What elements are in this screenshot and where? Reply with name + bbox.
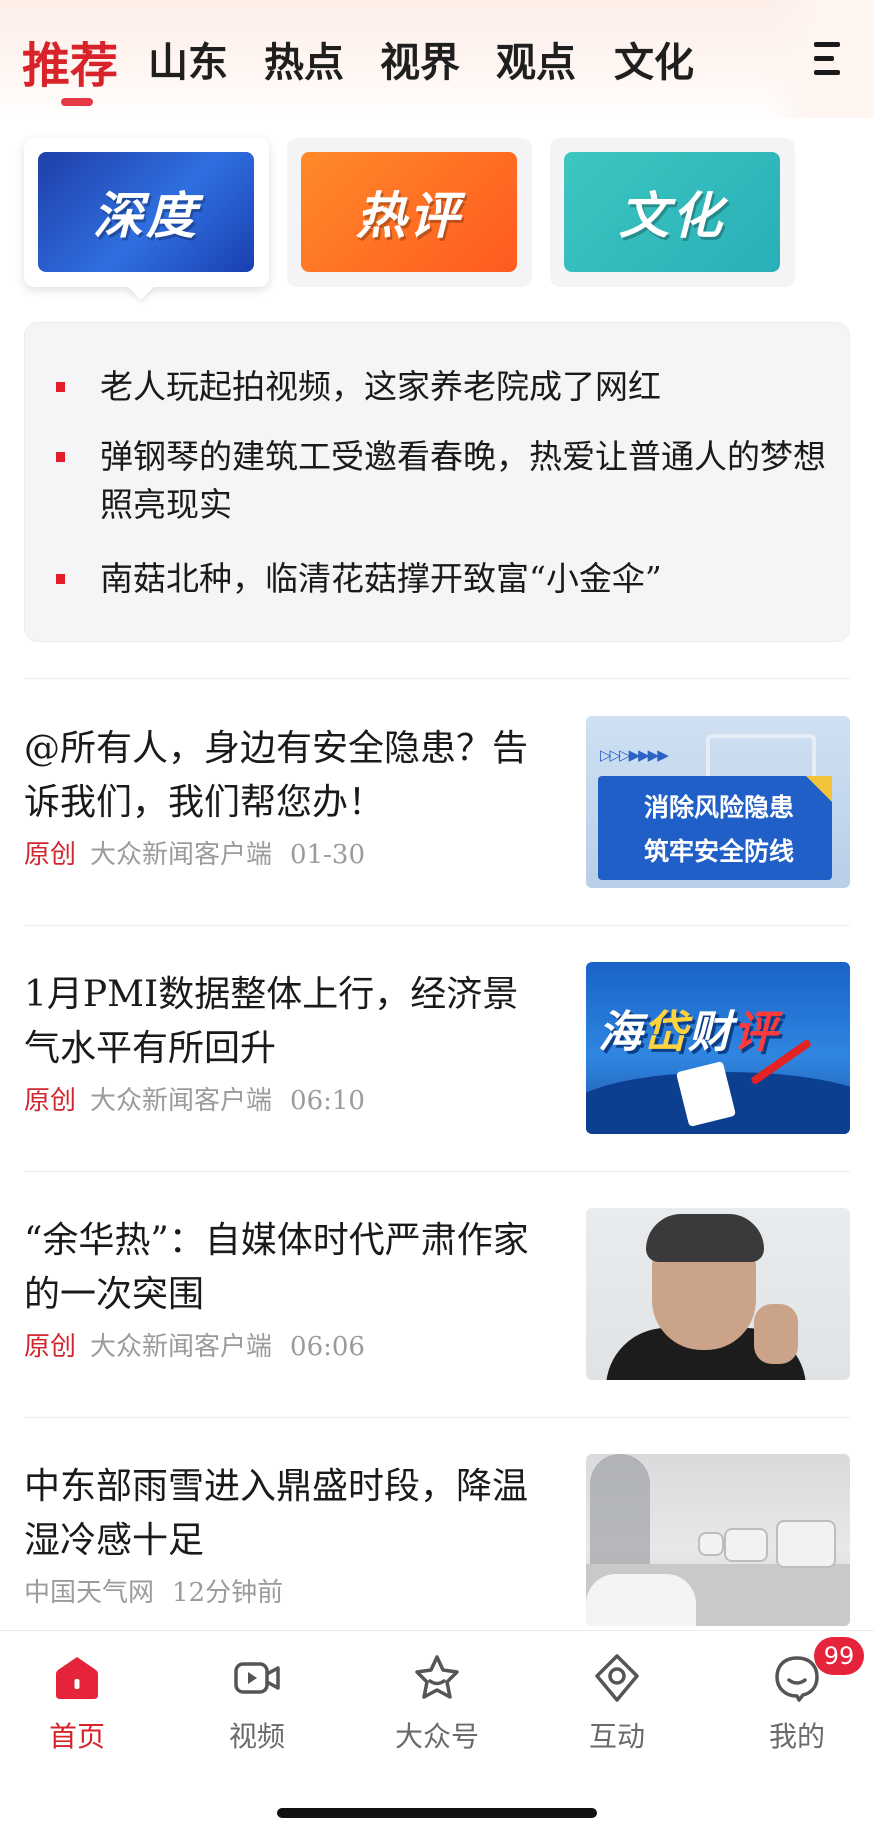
- home-indicator[interactable]: [277, 1808, 597, 1818]
- nav-video[interactable]: 视频: [187, 1653, 327, 1763]
- news-meta: 原创 大众新闻客户端 06:10: [24, 1080, 365, 1117]
- news-time: 12分钟前: [172, 1578, 284, 1608]
- news-item[interactable]: @所有人，身边有安全隐患？告诉我们，我们帮您办！ 原创 大众新闻客户端 01-30 …: [0, 680, 874, 926]
- news-meta: 原创 大众新闻客户端 06:06: [24, 1326, 365, 1363]
- car-graphic: [724, 1528, 768, 1562]
- bullet-dot: [56, 382, 65, 392]
- news-thumbnail: 海岱财评: [586, 962, 850, 1134]
- snow-pile-graphic: [586, 1574, 696, 1626]
- tab-culture[interactable]: 文化: [614, 30, 694, 88]
- news-item[interactable]: 中东部雨雪进入鼎盛时段，降温湿冷感十足 中国天气网 12分钟前: [0, 1418, 874, 1664]
- thumbnail-text: 消除风险隐患: [643, 793, 794, 822]
- bottom-navigation: 首页 视频 大众号 互动 我的: [0, 1630, 874, 1825]
- tab-opinion[interactable]: 观点: [496, 30, 576, 88]
- nav-label: 首页: [48, 1720, 105, 1753]
- hot-review-banner: 热评: [301, 152, 517, 272]
- tab-shandong[interactable]: 山东: [148, 30, 228, 88]
- news-time: 01-30: [290, 840, 365, 870]
- car-graphic: [776, 1520, 836, 1568]
- tree-graphic: [590, 1454, 650, 1574]
- channel-tab-bar: 推荐 山东 热点 视界 观点 文化: [0, 0, 874, 118]
- divider: [24, 678, 850, 679]
- original-tag: 原创: [24, 1086, 77, 1116]
- original-tag: 原创: [24, 840, 77, 870]
- news-meta: 原创 大众新闻客户端 01-30: [24, 834, 365, 871]
- location-pin-icon: [595, 1654, 639, 1702]
- news-title: 1月PMI数据整体上行，经济景气水平有所回升: [24, 974, 519, 1069]
- depth-banner: 深度: [38, 152, 254, 272]
- news-source: 中国天气网: [24, 1578, 155, 1608]
- car-graphic: [698, 1532, 724, 1556]
- news-source: 大众新闻客户端: [90, 1086, 273, 1116]
- thumbnail-text: 筑牢安全防线: [643, 837, 794, 866]
- arrow-decoration-icon: ▷▷▷▶▶▶▶: [600, 746, 669, 764]
- channel-card-hot-review[interactable]: 热评: [287, 138, 532, 287]
- news-thumbnail: ▷▷▷▶▶▶▶ 消除风险隐患 筑牢安全防线: [586, 716, 850, 888]
- channel-card-depth[interactable]: 深度: [24, 138, 269, 287]
- news-item[interactable]: 1月PMI数据整体上行，经济景气水平有所回升 原创 大众新闻客户端 06:10 海岱…: [0, 926, 874, 1172]
- news-title: “余华热”：自媒体时代严肃作家的一次突围: [24, 1220, 529, 1315]
- thumbnail-banner: 消除风险隐患 筑牢安全防线: [598, 776, 832, 880]
- depth-headline-list: 老人玩起拍视频，这家养老院成了网红 弹钢琴的建筑工受邀看春晚，热爱让普通人的梦想…: [24, 322, 850, 642]
- tab-vision[interactable]: 视界: [380, 30, 460, 88]
- tab-recommend[interactable]: 推荐: [22, 26, 118, 96]
- thumbnail-logo-text: 海岱财评: [598, 1007, 778, 1058]
- active-tab-indicator: [61, 98, 93, 106]
- news-item[interactable]: “余华热”：自媒体时代严肃作家的一次突围 原创 大众新闻客户端 06:06: [0, 1172, 874, 1418]
- headline-item[interactable]: 老人玩起拍视频，这家养老院成了网红: [56, 363, 845, 411]
- news-thumbnail: [586, 1208, 850, 1380]
- news-thumbnail: [586, 1454, 850, 1626]
- nav-dazhonghao[interactable]: 大众号: [367, 1653, 507, 1763]
- bullet-dot: [56, 574, 65, 584]
- news-title: @所有人，身边有安全隐患？告诉我们，我们帮您办！: [24, 728, 529, 823]
- video-camera-icon: [234, 1662, 280, 1694]
- news-time: 06:06: [290, 1332, 365, 1362]
- hamburger-menu-icon[interactable]: [814, 42, 844, 76]
- nav-interaction[interactable]: 互动: [547, 1653, 687, 1763]
- news-time: 06:10: [290, 1086, 365, 1116]
- home-icon: [56, 1657, 98, 1699]
- person-hand-graphic: [754, 1304, 798, 1364]
- culture-banner: 文化: [564, 152, 780, 272]
- news-title: 中东部雨雪进入鼎盛时段，降温湿冷感十足: [24, 1466, 529, 1561]
- card-selection-pointer: [127, 286, 155, 300]
- headline-item[interactable]: 南菇北种，临清花菇撑开致富“小金伞”: [56, 555, 845, 603]
- news-source: 大众新闻客户端: [90, 1332, 273, 1362]
- headline-item[interactable]: 弹钢琴的建筑工受邀看春晚，热爱让普通人的梦想照亮现实: [56, 433, 845, 529]
- nav-home[interactable]: 首页: [7, 1653, 147, 1763]
- news-source: 大众新闻客户端: [90, 840, 273, 870]
- notification-badge: 99: [814, 1637, 864, 1675]
- nav-label: 互动: [588, 1720, 645, 1753]
- star-icon: [415, 1655, 459, 1699]
- nav-label: 我的: [768, 1720, 825, 1753]
- channel-card-culture[interactable]: 文化: [550, 138, 795, 287]
- original-tag: 原创: [24, 1332, 77, 1362]
- tab-hot[interactable]: 热点: [264, 30, 344, 88]
- person-hair-graphic: [646, 1214, 764, 1262]
- news-meta: 中国天气网 12分钟前: [24, 1572, 283, 1609]
- nav-label: 视频: [228, 1720, 285, 1753]
- nav-label: 大众号: [394, 1720, 479, 1753]
- bullet-dot: [56, 452, 65, 462]
